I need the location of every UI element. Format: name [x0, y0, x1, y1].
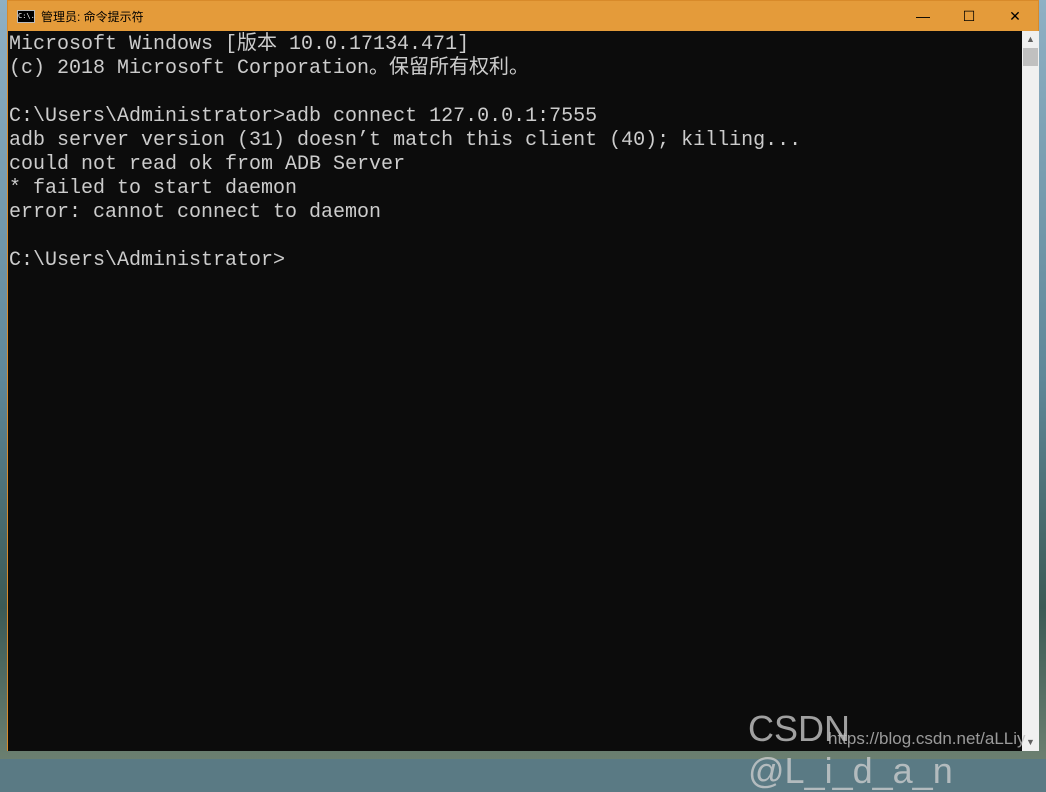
scroll-up-icon[interactable]: ▲ — [1022, 31, 1039, 48]
console-line: error: cannot connect to daemon — [9, 201, 1022, 225]
console-line: Microsoft Windows [版本 10.0.17134.471] — [9, 33, 1022, 57]
vertical-scrollbar[interactable]: ▲ ▼ — [1022, 31, 1039, 751]
cmd-icon: C:\. — [17, 10, 35, 23]
console-line: adb server version (31) doesn’t match th… — [9, 129, 1022, 153]
console-prompt[interactable]: C:\Users\Administrator> — [9, 249, 1022, 273]
console-line — [9, 225, 1022, 249]
title-bar[interactable]: C:\. 管理员: 命令提示符 — ☐ ✕ — [8, 1, 1038, 31]
console-line: (c) 2018 Microsoft Corporation。保留所有权利。 — [9, 57, 1022, 81]
watermark: CSDN @L_i_d_a_n — [748, 708, 1046, 792]
watermark-url: https://blog.csdn.net/aLLiy — [828, 729, 1026, 749]
window-title: 管理员: 命令提示符 — [41, 8, 144, 25]
scroll-thumb[interactable] — [1023, 48, 1038, 66]
minimize-button[interactable]: — — [900, 1, 946, 31]
console-line: C:\Users\Administrator>adb connect 127.0… — [9, 105, 1022, 129]
console-line: * failed to start daemon — [9, 177, 1022, 201]
close-button[interactable]: ✕ — [992, 1, 1038, 31]
console-line: could not read ok from ADB Server — [9, 153, 1022, 177]
console-output[interactable]: Microsoft Windows [版本 10.0.17134.471](c)… — [8, 31, 1022, 751]
maximize-button[interactable]: ☐ — [946, 1, 992, 31]
cmd-window: C:\. 管理员: 命令提示符 — ☐ ✕ Microsoft Windows … — [7, 0, 1039, 751]
console-line — [9, 81, 1022, 105]
